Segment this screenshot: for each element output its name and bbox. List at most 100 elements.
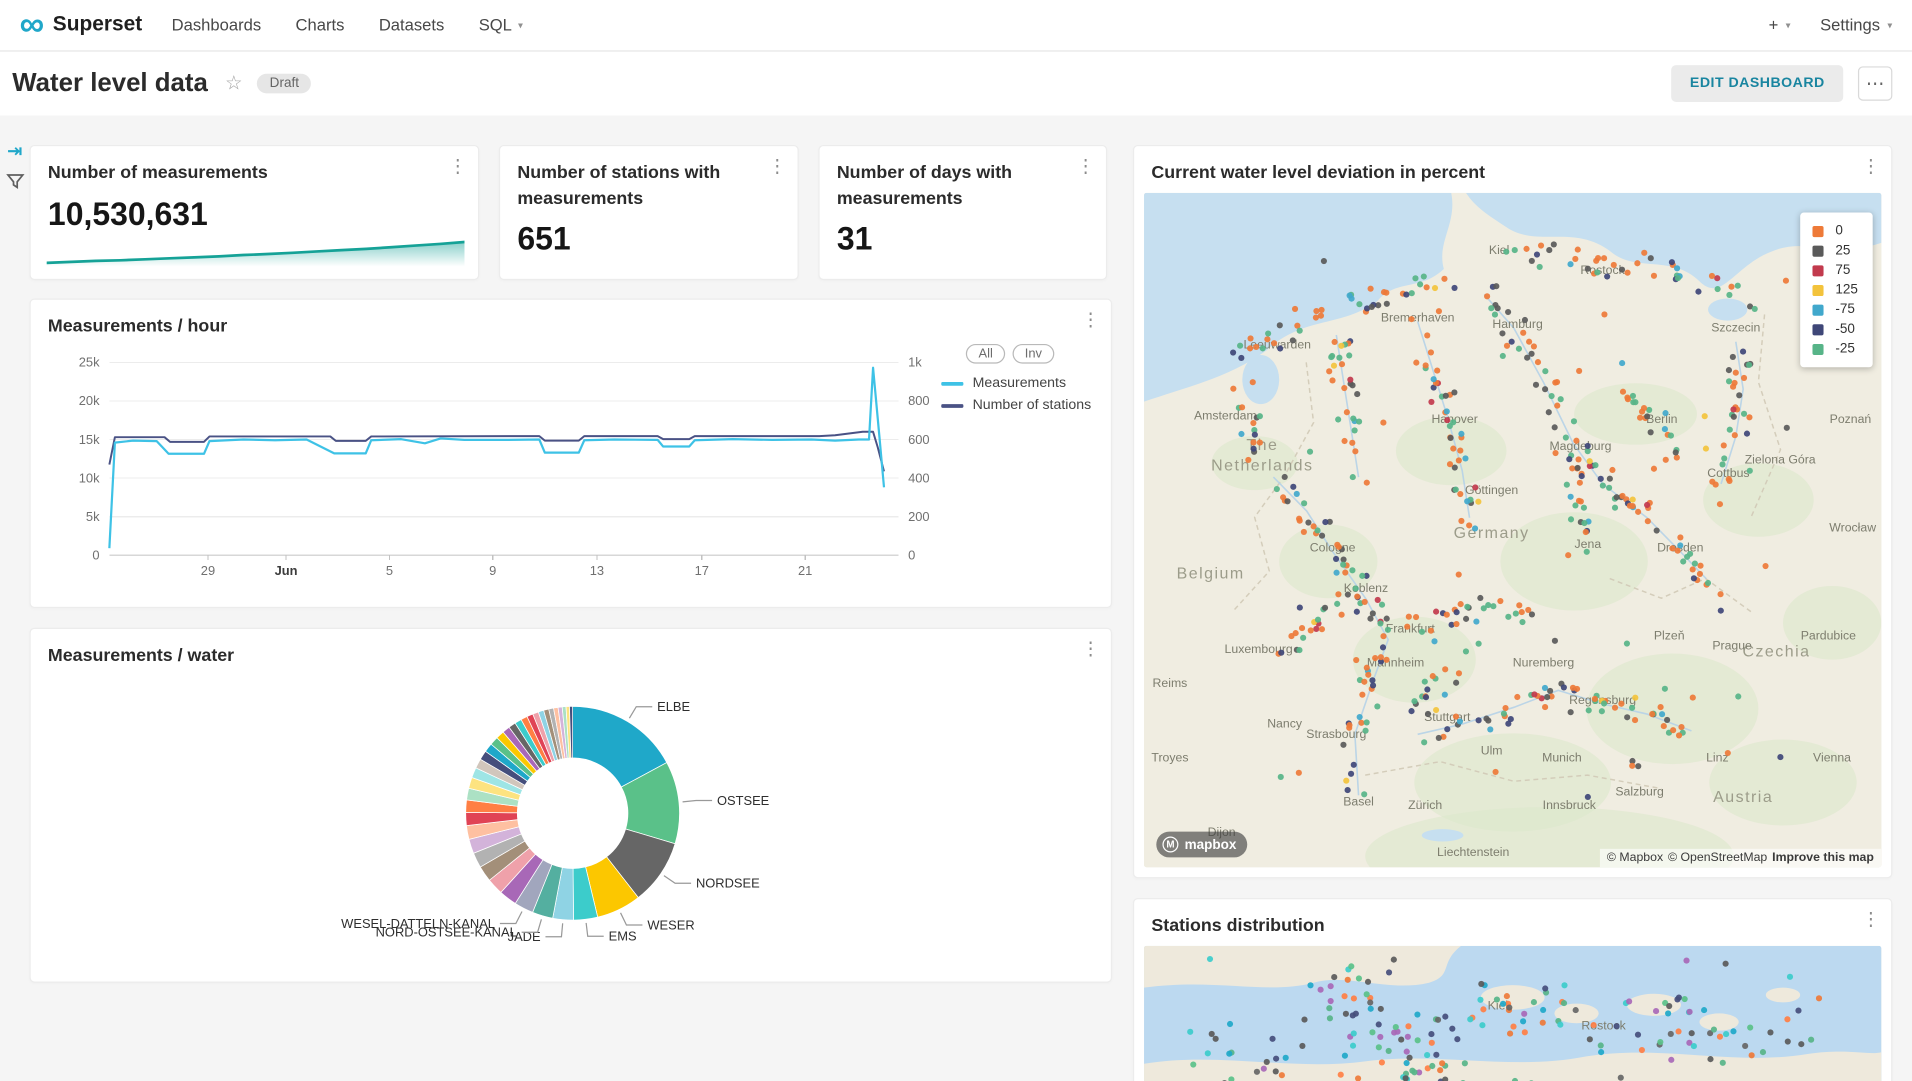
map-country-label: Belgium	[1177, 566, 1245, 583]
settings-menu-button[interactable]: Settings ▾	[1820, 16, 1892, 34]
svg-text:15k: 15k	[79, 432, 100, 447]
map-legend-item[interactable]: -50	[1812, 322, 1858, 337]
chart-menu-button[interactable]: ⋮	[1862, 157, 1880, 175]
legend-swatch-icon	[1812, 324, 1823, 335]
map-city-label: Reims	[1153, 676, 1188, 690]
nav-item-datasets[interactable]: Datasets	[379, 16, 444, 34]
chart-menu-button[interactable]: ⋮	[1076, 157, 1094, 175]
svg-text:20k: 20k	[79, 393, 100, 408]
mapbox-circle-icon: M	[1162, 837, 1178, 853]
map-legend-item[interactable]: 0	[1812, 224, 1858, 239]
legend-swatch-icon	[1812, 225, 1823, 236]
map-city-label: Strasbourg	[1306, 727, 1366, 741]
kpi-value: 31	[837, 220, 873, 258]
map-city-label: Ulm	[1481, 744, 1503, 758]
chevron-down-icon: ▾	[1786, 20, 1791, 31]
nav-item-dashboards[interactable]: Dashboards	[172, 16, 261, 34]
map-city-label: Poznań	[1830, 412, 1872, 426]
svg-text:600: 600	[908, 432, 930, 447]
brand[interactable]: ∞ Superset	[20, 11, 143, 39]
svg-text:400: 400	[908, 470, 930, 485]
map-city-label: Nancy	[1267, 717, 1303, 731]
expand-filter-bar-icon[interactable]: ⇥	[7, 142, 22, 160]
new-menu-button[interactable]: + ▾	[1769, 16, 1791, 34]
nav-item-sql[interactable]: SQL▾	[479, 16, 523, 34]
edit-dashboard-button[interactable]: EDIT DASHBOARD	[1671, 65, 1843, 102]
chart-menu-button[interactable]: ⋮	[449, 157, 467, 175]
improve-map-link[interactable]: Improve this map	[1772, 851, 1874, 865]
map-country-label: Czechia	[1742, 643, 1810, 660]
chevron-down-icon: ▾	[1887, 20, 1892, 31]
kpi-value: 651	[517, 220, 570, 258]
x-tick-label: 21	[798, 563, 812, 578]
svg-text:800: 800	[908, 393, 930, 408]
legend-selector: All Inv	[966, 344, 1054, 364]
legend-swatch-icon	[1812, 265, 1823, 276]
donut-slice-label: OSTSEE	[717, 793, 770, 808]
chart-title: Measurements / water	[48, 644, 234, 670]
legend-swatch-icon	[1812, 343, 1823, 354]
navbar-right: + ▾ Settings ▾	[1769, 16, 1893, 34]
svg-text:10k: 10k	[79, 470, 100, 485]
nav-item-charts[interactable]: Charts	[296, 16, 345, 34]
legend-swatch-icon	[1812, 245, 1823, 256]
map-legend-item[interactable]: -25	[1812, 341, 1858, 356]
stations-map-canvas[interactable]: KielRostock	[1144, 946, 1881, 1081]
svg-text:200: 200	[908, 509, 930, 524]
map-city-label: Basel	[1343, 794, 1374, 808]
legend-select-inv-button[interactable]: Inv	[1013, 344, 1055, 364]
map-city-label: Pardubice	[1801, 629, 1856, 643]
chart-menu-button[interactable]: ⋮	[768, 157, 786, 175]
chart-legend: Measurements Number of stations	[942, 376, 1091, 413]
kpi-card-days: Number of days with measurements ⋮ 31	[818, 145, 1107, 280]
map-country-label: Germany	[1454, 525, 1530, 542]
legend-swatch-icon	[1812, 284, 1823, 295]
donut-chart-canvas[interactable]: ELBEOSTSEENORDSEEWESEREMSJADENORD-OSTSEE…	[31, 629, 1114, 984]
map-city-label: Prague	[1712, 639, 1752, 653]
osm-attribution-link[interactable]: © OpenStreetMap	[1668, 851, 1767, 865]
x-tick-label: Jun	[275, 563, 298, 578]
main-nav: Dashboards Charts Datasets SQL▾	[172, 16, 523, 34]
kpi-card-measurements: Number of measurements ⋮ 10,530,631	[29, 145, 479, 280]
legend-item[interactable]: Measurements	[942, 376, 1091, 391]
chevron-down-icon: ▾	[518, 20, 523, 31]
mapbox-attribution-link[interactable]: © Mapbox	[1607, 851, 1663, 865]
map-city-label: Vienna	[1813, 750, 1851, 764]
legend-select-all-button[interactable]: All	[966, 344, 1005, 364]
map-city-label: Troyes	[1151, 750, 1188, 764]
map-city-label: Zielona Góra	[1745, 453, 1816, 467]
donut-slice-label: ELBE	[657, 699, 690, 714]
map-city-label: Amsterdam	[1194, 409, 1257, 423]
favorite-star-icon[interactable]: ☆	[225, 71, 243, 96]
map-city-label: Stuttgart	[1424, 710, 1471, 724]
mapbox-logo[interactable]: M mapbox	[1156, 832, 1247, 858]
app-window: ∞ Superset DashboardsChartsDatasetsSQL▾ …	[0, 0, 1912, 1081]
mapbox-wordmark: mapbox	[1185, 837, 1237, 852]
map-legend: 0 25 75 125 -75 -50 -25	[1800, 213, 1873, 368]
map-legend-item[interactable]: 75	[1812, 263, 1858, 278]
dashboard-more-button[interactable]: ⋯	[1858, 66, 1892, 100]
svg-text:0: 0	[92, 548, 99, 563]
chart-menu-button[interactable]: ⋮	[1081, 640, 1099, 658]
superset-logo-icon: ∞	[20, 11, 45, 39]
donut-slice-label: EMS	[609, 929, 637, 944]
map-city-label: Szczecin	[1711, 321, 1760, 335]
legend-item[interactable]: Number of stations	[942, 398, 1091, 413]
page-title: Water level data	[12, 69, 208, 98]
map-legend-item[interactable]: 25	[1812, 243, 1858, 258]
chart-menu-button[interactable]: ⋮	[1081, 311, 1099, 329]
map-city-label: Wrocław	[1829, 520, 1876, 534]
map-city-label: Munich	[1542, 750, 1582, 764]
map-legend-item[interactable]: -75	[1812, 302, 1858, 317]
chart-card-stations-distribution: Stations distribution ⋮ KielRostock	[1133, 898, 1892, 1081]
header-actions: EDIT DASHBOARD ⋯	[1671, 65, 1899, 102]
chart-menu-button[interactable]: ⋮	[1862, 910, 1880, 928]
deviation-map-canvas[interactable]: TheNetherlandsGermanyBelgiumCzechiaAustr…	[1144, 193, 1881, 867]
map-legend-item[interactable]: 125	[1812, 283, 1858, 298]
map-container: KielRostock	[1144, 946, 1881, 1081]
x-tick-label: 17	[695, 563, 709, 578]
svg-text:25k: 25k	[79, 355, 100, 370]
chart-title: Current water level deviation in percent	[1151, 161, 1485, 187]
line-chart-canvas[interactable]: 005k20010k40015k60020k80025k1k29Jun59131…	[31, 300, 1114, 610]
filter-icon[interactable]	[6, 172, 24, 190]
